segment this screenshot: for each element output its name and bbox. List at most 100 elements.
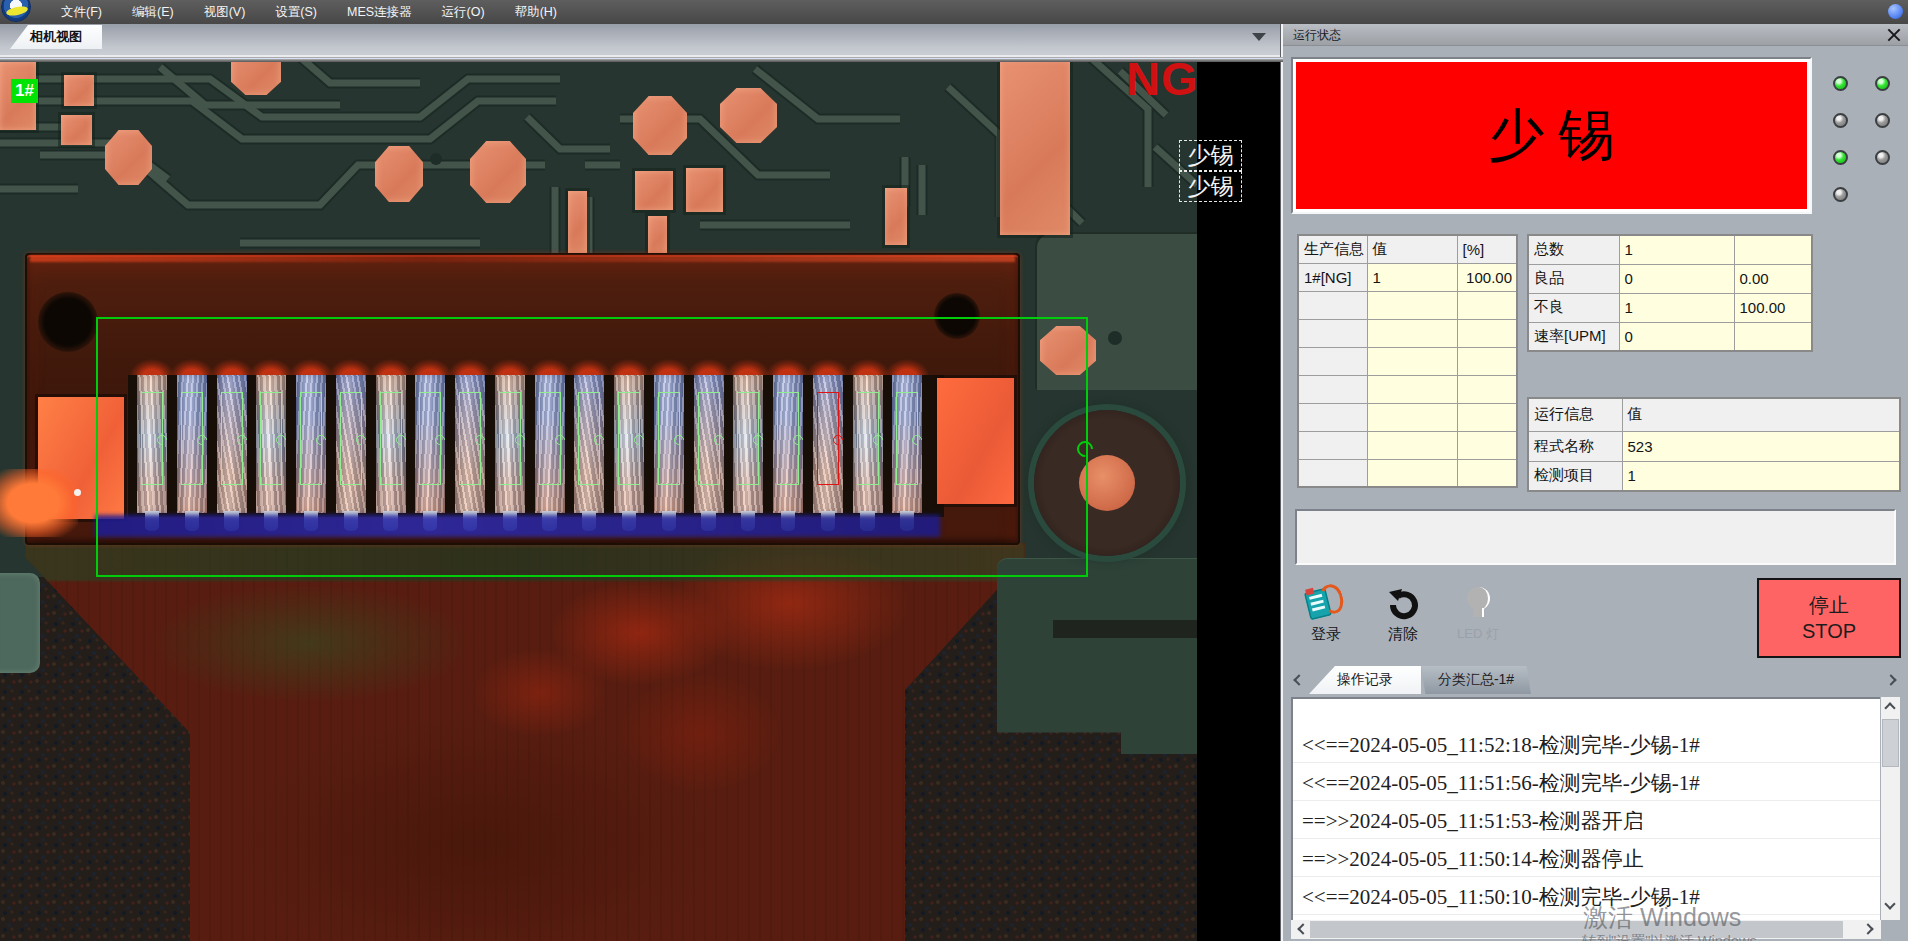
pin-roi-box: [141, 392, 163, 485]
pin-roi-box: [221, 392, 243, 485]
pin-roi-box: [419, 392, 441, 485]
copper-pad: [568, 191, 587, 253]
tab-scroll-right-icon[interactable]: [1885, 674, 1896, 685]
windows-activation-watermark-line2: 转到"设置"以激活 Windows: [1582, 932, 1757, 941]
copper-pad: [61, 115, 92, 145]
pin-roi-box: [539, 392, 561, 485]
pin-roi-box: [459, 392, 481, 485]
run-status-panel: 运行状态 少锡 生产信息值[%]1#[NG]1100.00 总数1良品00.00…: [1283, 24, 1908, 941]
copper-pad: [375, 146, 423, 202]
pin-roi-box: [698, 392, 720, 485]
operation-log-list[interactable]: <<==2024-05-05_11:52:18-检测完毕-少锡-1#<<==20…: [1291, 697, 1880, 920]
copper-pad: [633, 96, 687, 155]
pin-roi-box: [260, 392, 282, 485]
mounting-hole-left: [38, 292, 98, 352]
chevron-down-icon[interactable]: [1252, 33, 1266, 41]
led-indicator-6: [1875, 150, 1890, 165]
fixture-tab: [0, 573, 40, 673]
scroll-right-icon[interactable]: [1861, 920, 1877, 939]
clear-label: 清除: [1368, 625, 1438, 644]
led-indicator-1: [1833, 76, 1848, 91]
log-entry: <<==2024-05-05_11:51:56-检测完毕-少锡-1#: [1293, 763, 1880, 801]
log-tab-bar: 操作记录 分类汇总-1#: [1287, 664, 1903, 694]
defect-label-1: 少锡: [1179, 140, 1242, 171]
led-button[interactable]: LED 灯: [1443, 581, 1513, 643]
log-entry: ==>>2024-05-05_11:51:53-检测器开启: [1293, 801, 1880, 839]
pin-roi-box-ng: [817, 392, 839, 485]
menu-item-2[interactable]: 视图(V): [189, 0, 261, 24]
pin-roi-box: [340, 392, 362, 485]
menu-bar: 文件(F)编辑(E)视图(V)设置(S)MES连接器运行(O)帮助(H): [0, 0, 1908, 24]
copper-pad: [720, 88, 777, 143]
tab-scroll-left-icon[interactable]: [1293, 674, 1304, 685]
copper-pad: [885, 188, 907, 245]
scroll-up-icon[interactable]: [1881, 697, 1900, 715]
app-logo-icon: [1, 0, 31, 22]
menu-item-3[interactable]: 设置(S): [260, 0, 332, 24]
pin-roi-box: [499, 392, 521, 485]
camera-top-border: [0, 57, 1283, 62]
stop-label-en: STOP: [1802, 618, 1856, 644]
status-display-frame: 少锡: [1291, 57, 1812, 214]
stop-button[interactable]: 停止 STOP: [1757, 578, 1901, 658]
login-label: 登录: [1291, 625, 1361, 644]
copper-pad: [686, 168, 723, 212]
led-label: LED 灯: [1443, 625, 1513, 643]
menu-item-5[interactable]: 运行(O): [427, 0, 500, 24]
copper-pad: [64, 75, 94, 106]
copper-pad: [648, 216, 667, 255]
pin-roi-box: [658, 392, 680, 485]
menu-item-0[interactable]: 文件(F): [46, 0, 117, 24]
login-button[interactable]: 登录: [1291, 581, 1361, 643]
led-indicator-5: [1833, 150, 1848, 165]
camera-id-badge: 1#: [11, 79, 38, 103]
defect-label-2: 少锡: [1179, 171, 1242, 202]
tab-camera-view-label: 相机视图: [30, 28, 82, 46]
app-window: 文件(F)编辑(E)视图(V)设置(S)MES连接器运行(O)帮助(H) 相机视…: [0, 0, 1908, 941]
pin-roi-box: [777, 392, 799, 485]
menu-item-1[interactable]: 编辑(E): [117, 0, 189, 24]
menu-item-4[interactable]: MES连接器: [332, 0, 427, 24]
pin-roi-box: [737, 392, 759, 485]
camera-view: 1# NG 少锡 少锡: [0, 57, 1283, 941]
pin-roi-box: [857, 392, 879, 485]
tab-camera-view[interactable]: 相机视图: [10, 25, 102, 49]
pcb-plate: [997, 558, 1197, 754]
log-entry: <<==2024-05-05_11:52:18-检测完毕-少锡-1#: [1293, 725, 1880, 763]
pin-roi-box: [300, 392, 322, 485]
clear-icon: [1386, 587, 1422, 623]
menu-items: 文件(F)编辑(E)视图(V)设置(S)MES连接器运行(O)帮助(H): [46, 0, 572, 24]
led-indicator-7: [1833, 187, 1848, 202]
message-box: [1295, 509, 1896, 565]
copper-pad: [470, 141, 526, 203]
tab-summary[interactable]: 分类汇总-1#: [1421, 666, 1531, 694]
pcb-photo: [0, 57, 1197, 941]
pin-roi-box: [181, 392, 203, 485]
stop-label-cn: 停止: [1809, 592, 1849, 618]
close-icon[interactable]: [1887, 28, 1901, 42]
panel-title: 运行状态: [1293, 28, 1341, 42]
camera-tab-bar: 相机视图: [0, 24, 1283, 57]
scroll-left-icon[interactable]: [1293, 920, 1309, 939]
run-info-table: 运行信息值程式名称523检测项目1: [1527, 397, 1901, 492]
log-entry: ==>>2024-05-05_11:50:14-检测器停止: [1293, 839, 1880, 877]
status-display: 少锡: [1296, 62, 1807, 209]
scroll-down-icon[interactable]: [1881, 897, 1900, 915]
production-table: 生产信息值[%]1#[NG]1100.00: [1297, 234, 1518, 488]
copper-pad: [635, 171, 673, 210]
panel-title-bar: 运行状态: [1283, 24, 1908, 46]
tab-operation-log[interactable]: 操作记录: [1309, 666, 1421, 694]
vertical-scrollbar[interactable]: [1881, 697, 1900, 920]
menu-item-6[interactable]: 帮助(H): [500, 0, 572, 24]
copper-pad: [1000, 60, 1070, 235]
led-indicator-4: [1875, 113, 1890, 128]
vscroll-thumb[interactable]: [1882, 719, 1899, 767]
led-indicator-3: [1833, 113, 1848, 128]
pin-roi-box: [618, 392, 640, 485]
hscroll-thumb[interactable]: [1310, 921, 1843, 938]
clear-button[interactable]: 清除: [1368, 581, 1438, 643]
windows-activation-watermark: 激活 Windows: [1583, 901, 1741, 934]
app-badge-icon: [1888, 4, 1903, 19]
pin-roi-box: [380, 392, 402, 485]
stats-table: 总数1良品00.00不良1100.00速率[UPM]0: [1527, 234, 1813, 352]
